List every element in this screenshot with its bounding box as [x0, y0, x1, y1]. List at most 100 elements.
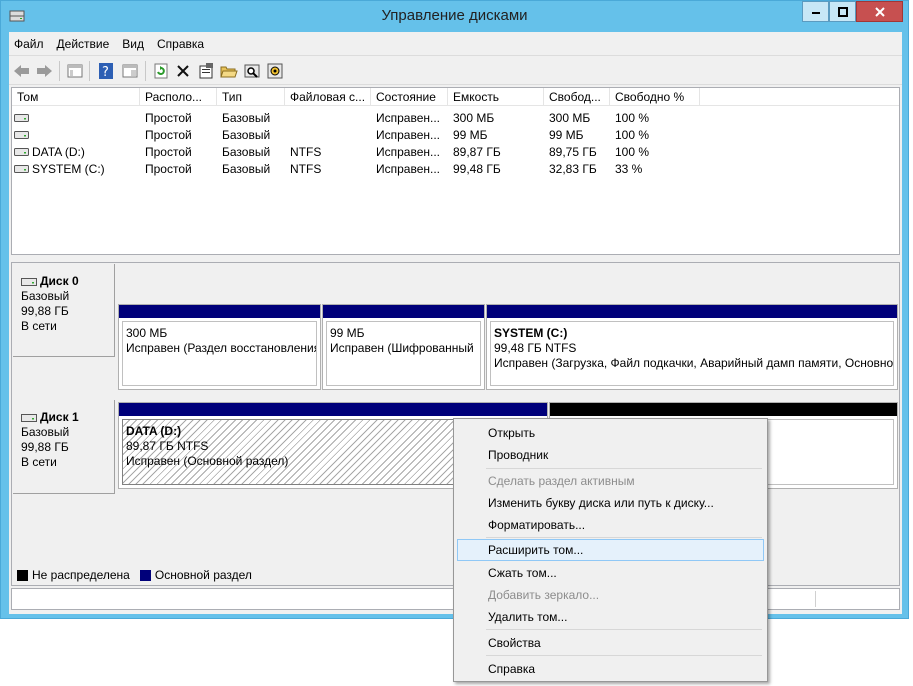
volume-row[interactable]: DATA (D:) Простой Базовый NTFS Исправен... 89…: [12, 144, 899, 161]
partition-status: Исправен (Шифрованный: [330, 341, 474, 355]
volume-row[interactable]: Простой Базовый Исправен... 300 МБ 300 МБ 100…: [12, 110, 899, 127]
window-title: Управление дисками: [381, 7, 528, 24]
cell-status: Исправен...: [376, 162, 441, 176]
legend-swatch-primary: [139, 569, 151, 581]
ctx-shrink-volume[interactable]: Сжать том...: [457, 562, 764, 584]
settings-button[interactable]: [266, 62, 284, 80]
cell-filesystem: [285, 127, 371, 144]
disk-drive-icon: [21, 277, 37, 286]
ctx-explore[interactable]: Проводник: [457, 444, 764, 466]
column-header-free-percent[interactable]: Свободно %: [610, 88, 700, 106]
partition-size: 99,48 ГБ NTFS: [494, 341, 577, 355]
volume-icon: [14, 165, 29, 173]
ctx-change-drive-letter[interactable]: Изменить букву диска или путь к диску...: [457, 492, 764, 514]
ctx-extend-volume[interactable]: Расширить том...: [457, 539, 764, 561]
menu-bar: Файл Действие Вид Справка: [9, 32, 902, 54]
volume-row[interactable]: Простой Базовый Исправен... 99 МБ 99 МБ 100 %: [12, 127, 899, 144]
open-button[interactable]: [220, 62, 238, 80]
ctx-properties[interactable]: Свойства: [457, 632, 764, 654]
menu-view[interactable]: Вид: [117, 32, 149, 54]
back-button[interactable]: [13, 62, 31, 80]
console-tree-icon: [67, 64, 83, 78]
disk-1-label[interactable]: Диск 1 Базовый 99,88 ГБ В сети: [13, 400, 115, 494]
volume-name: SYSTEM (C:): [32, 162, 105, 176]
column-header-status[interactable]: Состояние: [371, 88, 448, 106]
open-icon: [220, 66, 238, 78]
minimize-button[interactable]: [802, 1, 829, 22]
volume-list[interactable]: Том Располо... Тип Файловая с... Состоян…: [11, 87, 900, 255]
properties-button[interactable]: [197, 62, 215, 80]
disk-0-partition-efi[interactable]: 99 МБ Исправен (Шифрованный: [322, 304, 485, 390]
disk-0-partition-recovery[interactable]: 300 МБ Исправен (Раздел восстановления: [118, 304, 321, 390]
maximize-icon: [837, 6, 848, 17]
disk-0-type: Базовый: [21, 289, 70, 303]
volume-icon: [14, 114, 29, 122]
ctx-help[interactable]: Справка: [457, 658, 764, 680]
disk-0-name: Диск 0: [21, 274, 114, 289]
back-arrow-icon: [14, 65, 29, 77]
legend-primary: Основной раздел: [154, 568, 252, 582]
pane-splitter[interactable]: [11, 255, 900, 262]
partition-status: Исправен (Загрузка, Файл подкачки, Авари…: [494, 356, 894, 370]
title-bar[interactable]: Управление дисками: [1, 1, 908, 31]
context-menu: Открыть Проводник Сделать раздел активны…: [453, 418, 768, 682]
disk-0-state: В сети: [21, 319, 57, 333]
svg-text:?: ?: [102, 65, 109, 79]
partition-title: SYSTEM (C:): [494, 326, 568, 340]
cell-free-percent: 100 %: [615, 128, 650, 142]
cell-free-space: 32,83 ГБ: [549, 162, 597, 176]
cell-layout: Простой: [145, 162, 192, 176]
volume-icon: [14, 131, 29, 139]
ctx-open[interactable]: Открыть: [457, 422, 764, 444]
cell-free-space: 89,75 ГБ: [549, 145, 597, 159]
cell-free-space: 300 МБ: [549, 111, 591, 125]
cell-layout: Простой: [145, 145, 192, 159]
column-header-layout[interactable]: Располо...: [140, 88, 217, 106]
volume-icon: [14, 148, 29, 156]
cell-filesystem: NTFS: [290, 162, 322, 176]
cell-free-percent: 33 %: [615, 162, 643, 176]
legend: Не распределена Основной раздел: [11, 565, 252, 585]
refresh-button[interactable]: [152, 62, 170, 80]
volume-list-header: Том Располо... Тип Файловая с... Состоян…: [12, 88, 899, 106]
column-header-capacity[interactable]: Емкость: [448, 88, 544, 106]
disk-1-name: Диск 1: [21, 410, 114, 425]
close-button[interactable]: [856, 1, 903, 22]
disk-0-label[interactable]: Диск 0 Базовый 99,88 ГБ В сети: [13, 264, 115, 357]
volume-row[interactable]: SYSTEM (C:) Простой Базовый NTFS Исправен...…: [12, 161, 899, 178]
cell-volume: SYSTEM (C:): [12, 161, 140, 178]
disk-1-state: В сети: [21, 455, 57, 469]
delete-button[interactable]: [174, 62, 192, 80]
explore-button[interactable]: [243, 62, 261, 80]
help-button[interactable]: ?: [97, 62, 115, 80]
cell-type: Базовый: [222, 162, 271, 176]
partition-type-bar: [323, 305, 484, 318]
ctx-delete-volume[interactable]: Удалить том...: [457, 606, 764, 628]
maximize-button[interactable]: [829, 1, 856, 22]
cell-layout: Простой: [145, 128, 192, 142]
minimize-icon: [811, 11, 820, 14]
cell-capacity: 99 МБ: [453, 128, 488, 142]
properties-icon: [199, 63, 213, 79]
column-header-type[interactable]: Тип: [217, 88, 285, 106]
partition-size: 99 МБ: [330, 326, 365, 340]
disk-0-partition-system[interactable]: SYSTEM (C:) 99,48 ГБ NTFS Исправен (Загр…: [486, 304, 898, 390]
column-header-volume[interactable]: Том: [12, 88, 140, 106]
ctx-format[interactable]: Форматировать...: [457, 514, 764, 536]
settings-icon: [267, 63, 283, 79]
partition-type-bar: [119, 403, 547, 416]
cell-capacity: 99,48 ГБ: [453, 162, 501, 176]
menu-action[interactable]: Действие: [52, 32, 115, 54]
column-header-filesystem[interactable]: Файловая с...: [285, 88, 371, 106]
help-icon: ?: [99, 63, 113, 79]
legend-swatch-unallocated: [17, 569, 28, 581]
toolbar: ?: [9, 55, 902, 85]
menu-help[interactable]: Справка: [152, 32, 209, 54]
cell-layout: Простой: [145, 111, 192, 125]
column-header-free-space[interactable]: Свобод...: [544, 88, 610, 106]
properties-view-button[interactable]: [121, 62, 139, 80]
menu-file[interactable]: Файл: [9, 32, 49, 54]
console-tree-button[interactable]: [66, 62, 84, 80]
forward-button[interactable]: [35, 62, 53, 80]
cell-status: Исправен...: [376, 128, 441, 142]
